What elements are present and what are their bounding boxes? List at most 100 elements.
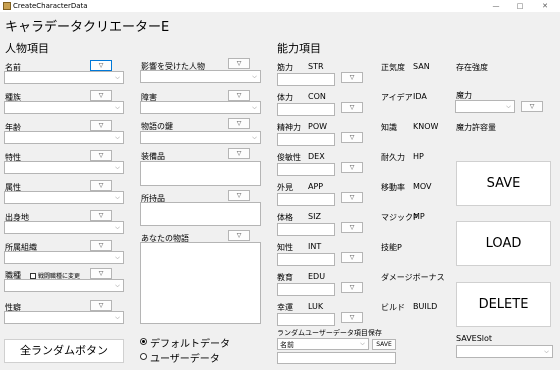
equipment-textbox[interactable] — [140, 161, 261, 186]
int-random-button[interactable]: ▽ — [341, 252, 363, 263]
story-key-select[interactable]: ⌵ — [140, 131, 261, 144]
random-save-button[interactable]: SAVE — [372, 339, 396, 350]
existence-label: 存在強度 — [456, 63, 488, 72]
chevron-down-icon: ⌵ — [360, 340, 365, 347]
pow-code: POW — [308, 122, 328, 131]
influenced-select[interactable]: ⌵ — [140, 70, 261, 83]
name-select[interactable]: ⌵ — [4, 71, 124, 84]
minimize-button[interactable]: — — [484, 0, 508, 12]
chevron-down-icon: ⌵ — [115, 164, 120, 171]
user-data-radio[interactable] — [140, 353, 147, 360]
app-heading: キャラデータクリエーターE — [5, 20, 170, 35]
siz-code: SIZ — [308, 212, 321, 221]
random-save-select[interactable]: 名前 ⌵ — [277, 338, 369, 350]
organization-random-button[interactable]: ▽ — [90, 240, 112, 251]
skill-points-label: 技能P — [381, 243, 402, 252]
siz-random-button[interactable]: ▽ — [341, 222, 363, 233]
magic-select[interactable]: ⌵ — [455, 100, 515, 113]
obstacle-select[interactable]: ⌵ — [140, 101, 261, 114]
damage-bonus-label: ダメージボーナス — [381, 273, 445, 282]
str-value[interactable] — [277, 73, 335, 86]
trait-random-button[interactable]: ▽ — [90, 150, 112, 161]
san-code: SAN — [413, 62, 430, 71]
save-button[interactable]: SAVE — [456, 161, 551, 206]
edu-value[interactable] — [277, 283, 335, 296]
con-code: CON — [308, 92, 326, 101]
san-label: 正気度 — [381, 63, 405, 72]
pow-value[interactable] — [277, 133, 335, 146]
app-icon — [3, 2, 11, 10]
magic-allowance-label: 魔力許容量 — [456, 123, 496, 132]
edu-random-button[interactable]: ▽ — [341, 282, 363, 293]
str-label: 筋力 — [277, 63, 293, 72]
edu-label: 教育 — [277, 273, 293, 282]
default-data-label: デフォルトデータ — [150, 339, 230, 350]
dex-value[interactable] — [277, 163, 335, 176]
fetish-random-button[interactable]: ▽ — [90, 300, 112, 311]
race-select[interactable]: ⌵ — [4, 101, 124, 114]
delete-button[interactable]: DELETE — [456, 282, 551, 327]
ability-section-heading: 能力項目 — [277, 42, 321, 55]
birthplace-random-button[interactable]: ▽ — [90, 210, 112, 221]
attribute-random-button[interactable]: ▽ — [90, 180, 112, 191]
birthplace-select[interactable]: ⌵ — [4, 221, 124, 234]
story-random-button[interactable]: ▽ — [228, 230, 250, 241]
magic-random-button[interactable]: ▽ — [521, 101, 543, 112]
job-random-button[interactable]: ▽ — [90, 268, 112, 279]
siz-label: 体格 — [277, 213, 293, 222]
all-random-button[interactable]: 全ランダムボタン — [4, 339, 124, 363]
pow-random-button[interactable]: ▽ — [341, 132, 363, 143]
load-button[interactable]: LOAD — [456, 221, 551, 266]
obstacle-random-button[interactable]: ▽ — [228, 90, 250, 101]
int-code: INT — [308, 242, 322, 251]
con-value[interactable] — [277, 103, 335, 116]
age-random-button[interactable]: ▽ — [90, 120, 112, 131]
saveslot-select[interactable]: ⌵ — [456, 345, 553, 358]
saveslot-label: SAVESlot — [456, 334, 493, 343]
app-code: APP — [308, 182, 324, 191]
int-value[interactable] — [277, 253, 335, 266]
con-label: 体力 — [277, 93, 293, 102]
organization-select[interactable]: ⌵ — [4, 251, 124, 264]
luk-random-button[interactable]: ▽ — [341, 312, 363, 323]
mov-code: MOV — [413, 182, 432, 191]
story-key-random-button[interactable]: ▽ — [228, 118, 250, 129]
hp-code: HP — [413, 152, 424, 161]
close-button[interactable]: ✕ — [533, 0, 557, 12]
attribute-select[interactable]: ⌵ — [4, 191, 124, 204]
ida-code: IDA — [413, 92, 427, 101]
str-code: STR — [308, 62, 324, 71]
trait-select[interactable]: ⌵ — [4, 161, 124, 174]
influenced-random-button[interactable]: ▽ — [228, 58, 250, 69]
maximize-button[interactable]: □ — [508, 0, 532, 12]
chevron-down-icon: ⌵ — [115, 194, 120, 201]
app-value[interactable] — [277, 193, 335, 206]
chevron-down-icon: ⌵ — [252, 134, 257, 141]
int-label: 知性 — [277, 243, 293, 252]
siz-value[interactable] — [277, 223, 335, 236]
chevron-down-icon: ⌵ — [252, 73, 257, 80]
possession-textbox[interactable] — [140, 202, 261, 226]
luk-value[interactable] — [277, 313, 335, 326]
chevron-down-icon: ⌵ — [115, 254, 120, 261]
age-select[interactable]: ⌵ — [4, 131, 124, 144]
str-random-button[interactable]: ▽ — [341, 72, 363, 83]
race-random-button[interactable]: ▽ — [90, 90, 112, 101]
random-save-textbox[interactable] — [277, 352, 396, 364]
equipment-random-button[interactable]: ▽ — [228, 148, 250, 159]
name-random-button[interactable]: ▽ — [90, 60, 112, 71]
default-data-radio[interactable] — [140, 338, 147, 345]
job-select[interactable]: ⌵ — [4, 279, 124, 292]
possession-random-button[interactable]: ▽ — [228, 190, 250, 201]
con-random-button[interactable]: ▽ — [341, 102, 363, 113]
app-label: 外見 — [277, 183, 293, 192]
dex-random-button[interactable]: ▽ — [341, 162, 363, 173]
chevron-down-icon: ⌵ — [115, 282, 120, 289]
edu-code: EDU — [308, 272, 326, 281]
fetish-select[interactable]: ⌵ — [4, 311, 124, 324]
app-random-button[interactable]: ▽ — [341, 192, 363, 203]
story-textbox[interactable] — [140, 242, 261, 324]
dex-label: 俊敏性 — [277, 153, 301, 162]
build-code: BUILD — [413, 302, 438, 311]
dex-code: DEX — [308, 152, 325, 161]
